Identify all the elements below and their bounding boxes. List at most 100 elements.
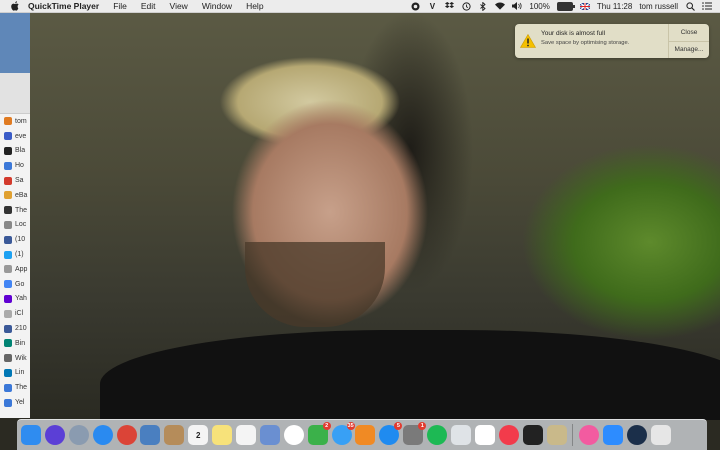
browser-toolbar[interactable] xyxy=(0,73,32,114)
notification-badge: 2 xyxy=(322,422,331,430)
bookmark-item[interactable]: Yel xyxy=(0,395,32,410)
favicon-icon xyxy=(4,398,12,407)
vpn-icon[interactable]: V xyxy=(427,2,437,11)
disk-full-notification[interactable]: Your disk is almost full Save space by o… xyxy=(515,24,709,58)
bookmark-item[interactable]: The xyxy=(0,203,32,218)
notification-badge: 5 xyxy=(394,422,403,430)
bookmark-label: The xyxy=(15,206,28,214)
flag-icon[interactable] xyxy=(579,2,590,11)
favicon-icon xyxy=(4,191,12,200)
quicktime-icon[interactable] xyxy=(627,425,648,445)
favicon-icon xyxy=(4,235,12,244)
bookmark-item[interactable]: (10 xyxy=(0,232,32,247)
bookmark-item[interactable]: iCl xyxy=(0,306,32,321)
archive-utility-icon[interactable] xyxy=(546,425,567,445)
bookmark-item[interactable]: 210 xyxy=(0,321,32,336)
bookmark-label: eve xyxy=(15,132,27,140)
menu-window[interactable]: Window xyxy=(202,1,232,11)
menu-bar: QuickTime Player File Edit View Window H… xyxy=(0,0,720,13)
bookmark-label: Yel xyxy=(15,399,25,407)
manage-button[interactable]: Manage... xyxy=(669,40,709,59)
preview-icon[interactable] xyxy=(140,425,161,445)
battery-percent[interactable]: 100% xyxy=(529,2,549,11)
wifi-icon[interactable] xyxy=(495,2,506,11)
zoom-icon[interactable] xyxy=(603,425,624,445)
news-icon[interactable] xyxy=(498,425,519,445)
favicon-icon xyxy=(4,206,12,215)
spotlight-icon[interactable] xyxy=(685,1,695,11)
time-machine-icon[interactable] xyxy=(461,1,471,11)
bookmark-item[interactable]: Lin xyxy=(0,366,32,381)
bookmark-label: Wik xyxy=(15,354,27,362)
user-name[interactable]: tom russell xyxy=(639,2,678,11)
bookmark-label: iCl xyxy=(15,310,24,318)
bookmark-item[interactable]: eBa xyxy=(0,188,32,203)
battery-icon[interactable] xyxy=(556,1,575,11)
photos-icon[interactable] xyxy=(283,425,304,445)
app-store-icon[interactable]: 5 xyxy=(379,422,403,445)
background-browser-window[interactable]: tom eve Bla Ho Sa eBa The Loc (10 (1) App Go Yah iCl 2… xyxy=(0,13,33,418)
favicon-icon xyxy=(4,339,12,348)
itunes-icon[interactable] xyxy=(579,425,600,445)
photo-booth-icon[interactable] xyxy=(259,425,280,445)
app-menu[interactable]: QuickTime Player xyxy=(28,1,99,11)
bookmark-item[interactable]: Sa xyxy=(0,173,32,188)
menu-help[interactable]: Help xyxy=(246,1,263,11)
contacts-icon[interactable] xyxy=(164,425,185,445)
menu-view[interactable]: View xyxy=(170,1,188,11)
favicon-icon xyxy=(4,324,12,333)
trash-icon[interactable] xyxy=(651,425,672,445)
document-icon[interactable] xyxy=(474,425,495,445)
help-icon[interactable] xyxy=(451,425,472,445)
bookmark-label: Lin xyxy=(15,369,25,377)
favicon-icon xyxy=(4,176,12,185)
bookmark-label: (10 xyxy=(15,236,26,244)
books-icon[interactable] xyxy=(355,425,376,445)
finder-icon[interactable] xyxy=(21,425,41,445)
close-button[interactable]: Close xyxy=(669,24,709,41)
bookmark-item[interactable]: Bla xyxy=(0,144,32,159)
video-frame[interactable] xyxy=(30,12,720,420)
bookmark-item[interactable]: (1) xyxy=(0,247,32,262)
favicon-icon xyxy=(4,250,12,259)
bookmark-item[interactable]: The xyxy=(0,380,32,395)
bluetooth-icon[interactable] xyxy=(478,1,488,11)
bookmark-item[interactable]: tom xyxy=(0,114,32,129)
notification-badge: 1 xyxy=(418,422,427,430)
browser-window-backdrop xyxy=(0,13,32,73)
system-preferences-icon[interactable]: 1 xyxy=(403,422,427,445)
spotify-icon[interactable] xyxy=(427,425,448,445)
bookmark-item[interactable]: Loc xyxy=(0,218,32,233)
favicon-icon xyxy=(4,220,12,229)
bookmark-item[interactable]: Bin xyxy=(0,336,32,351)
reminders-icon[interactable] xyxy=(236,425,257,445)
safari-icon[interactable] xyxy=(92,425,113,445)
notes-icon[interactable] xyxy=(212,425,233,445)
bookmark-item[interactable]: Wik xyxy=(0,351,32,366)
notification-center-icon[interactable] xyxy=(702,2,712,11)
bookmark-item[interactable]: eve xyxy=(0,129,32,144)
bookmark-item[interactable]: App xyxy=(0,262,32,277)
facetime-icon[interactable]: 2 xyxy=(307,422,331,445)
clock[interactable]: Thu 11:28 xyxy=(597,2,632,11)
apple-menu-icon[interactable] xyxy=(10,1,20,11)
menu-edit[interactable]: Edit xyxy=(141,1,156,11)
menu-file[interactable]: File xyxy=(113,1,127,11)
bookmark-label: eBa xyxy=(15,191,28,199)
screen-record-icon[interactable] xyxy=(410,2,420,11)
calendar-icon[interactable]: 2 xyxy=(188,425,209,445)
bookmark-item[interactable]: Yah xyxy=(0,292,32,307)
bookmark-item[interactable]: Ho xyxy=(0,158,32,173)
bookmark-item[interactable]: Go xyxy=(0,277,32,292)
chrome-icon[interactable] xyxy=(116,425,137,445)
favicon-icon xyxy=(4,309,12,318)
terminal-icon[interactable] xyxy=(522,425,543,445)
volume-icon[interactable] xyxy=(512,2,522,11)
favicon-icon xyxy=(4,280,12,289)
messages-icon[interactable]: 35 xyxy=(331,422,355,445)
dropbox-icon[interactable] xyxy=(444,2,454,11)
launchpad-icon[interactable] xyxy=(68,425,89,445)
bookmark-label: Yah xyxy=(15,295,27,303)
siri-icon[interactable] xyxy=(44,425,65,445)
bookmark-label: (1) xyxy=(15,251,24,259)
